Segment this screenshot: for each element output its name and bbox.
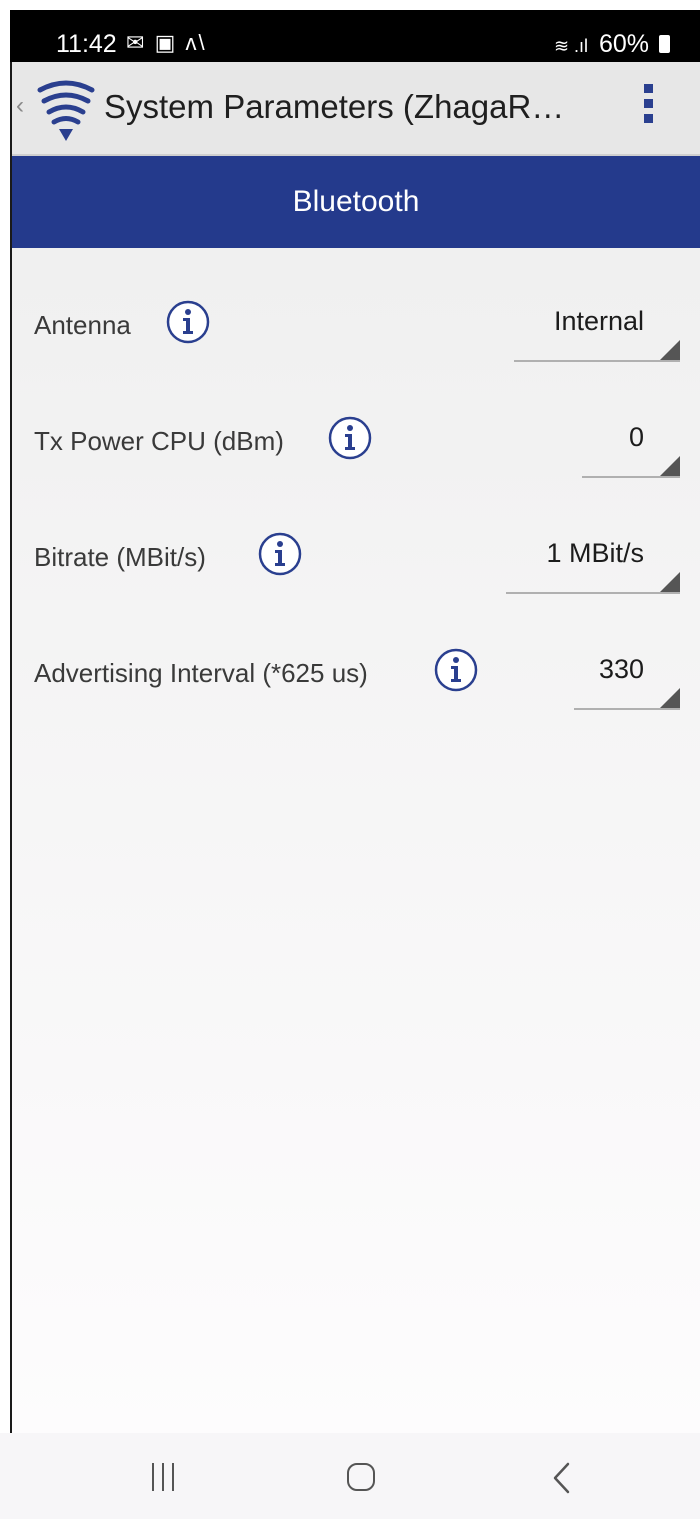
setting-row-antenna: Antenna Internal: [12, 288, 700, 368]
back-chevron-icon[interactable]: ‹: [16, 92, 24, 120]
dropdown-value: 0: [628, 422, 644, 452]
setting-label: Tx Power CPU (dBm): [34, 426, 284, 456]
system-nav-bar: [0, 1433, 700, 1519]
dropdown-value: Internal: [553, 306, 644, 336]
message-icon: ✉: [126, 30, 147, 55]
section-header: Bluetooth: [12, 156, 700, 248]
info-icon[interactable]: [434, 648, 478, 692]
gallery-icon: ▣: [154, 30, 178, 55]
app-icon: ʌ\: [185, 30, 207, 55]
dropdown-arrow-icon: [660, 340, 680, 360]
battery-icon: [659, 35, 670, 53]
tx-power-dropdown[interactable]: 0: [582, 404, 680, 478]
info-icon[interactable]: [328, 416, 372, 460]
back-button[interactable]: [548, 1461, 574, 1495]
setting-row-advertising-interval: Advertising Interval (*625 us) 330: [12, 636, 700, 716]
app-bar: ‹ System Parameters (ZhagaR…: [12, 62, 700, 156]
setting-label: Antenna: [34, 310, 131, 340]
setting-label: Advertising Interval (*625 us): [34, 658, 368, 688]
setting-row-bitrate: Bitrate (MBit/s) 1 MBit/s: [12, 520, 700, 600]
status-time: 11:42: [56, 30, 117, 58]
battery-level: 60%: [599, 30, 650, 58]
bitrate-dropdown[interactable]: 1 MBit/s: [506, 520, 680, 594]
status-right: ≋ .ıl 60%: [554, 30, 670, 59]
recents-button[interactable]: [152, 1463, 182, 1493]
page-title: System Parameters (ZhagaR…: [104, 88, 565, 125]
settings-list: Antenna Internal Tx Power CPU (dBm) 0 Bi…: [12, 248, 700, 1433]
notification-icons: ✉ ▣ ʌ\: [126, 30, 207, 56]
info-icon[interactable]: [166, 300, 210, 344]
signal-pyramid-logo-icon[interactable]: [34, 74, 98, 144]
status-bar: 11:42 ✉ ▣ ʌ\ ≋ .ıl 60%: [10, 10, 700, 62]
screen-edge: [0, 0, 10, 1519]
wifi-signal-icon: ≋ .ıl: [553, 36, 589, 56]
dropdown-value: 1 MBit/s: [546, 538, 644, 568]
more-vert-icon[interactable]: [636, 84, 660, 134]
setting-row-tx-power: Tx Power CPU (dBm) 0: [12, 404, 700, 484]
dropdown-arrow-icon: [660, 688, 680, 708]
home-button[interactable]: [347, 1463, 375, 1491]
dropdown-arrow-icon: [660, 456, 680, 476]
setting-label: Bitrate (MBit/s): [34, 542, 206, 572]
info-icon[interactable]: [258, 532, 302, 576]
advertising-interval-dropdown[interactable]: 330: [574, 636, 680, 710]
dropdown-arrow-icon: [660, 572, 680, 592]
dropdown-value: 330: [598, 654, 644, 684]
antenna-dropdown[interactable]: Internal: [514, 288, 680, 362]
section-title: Bluetooth: [292, 185, 420, 218]
